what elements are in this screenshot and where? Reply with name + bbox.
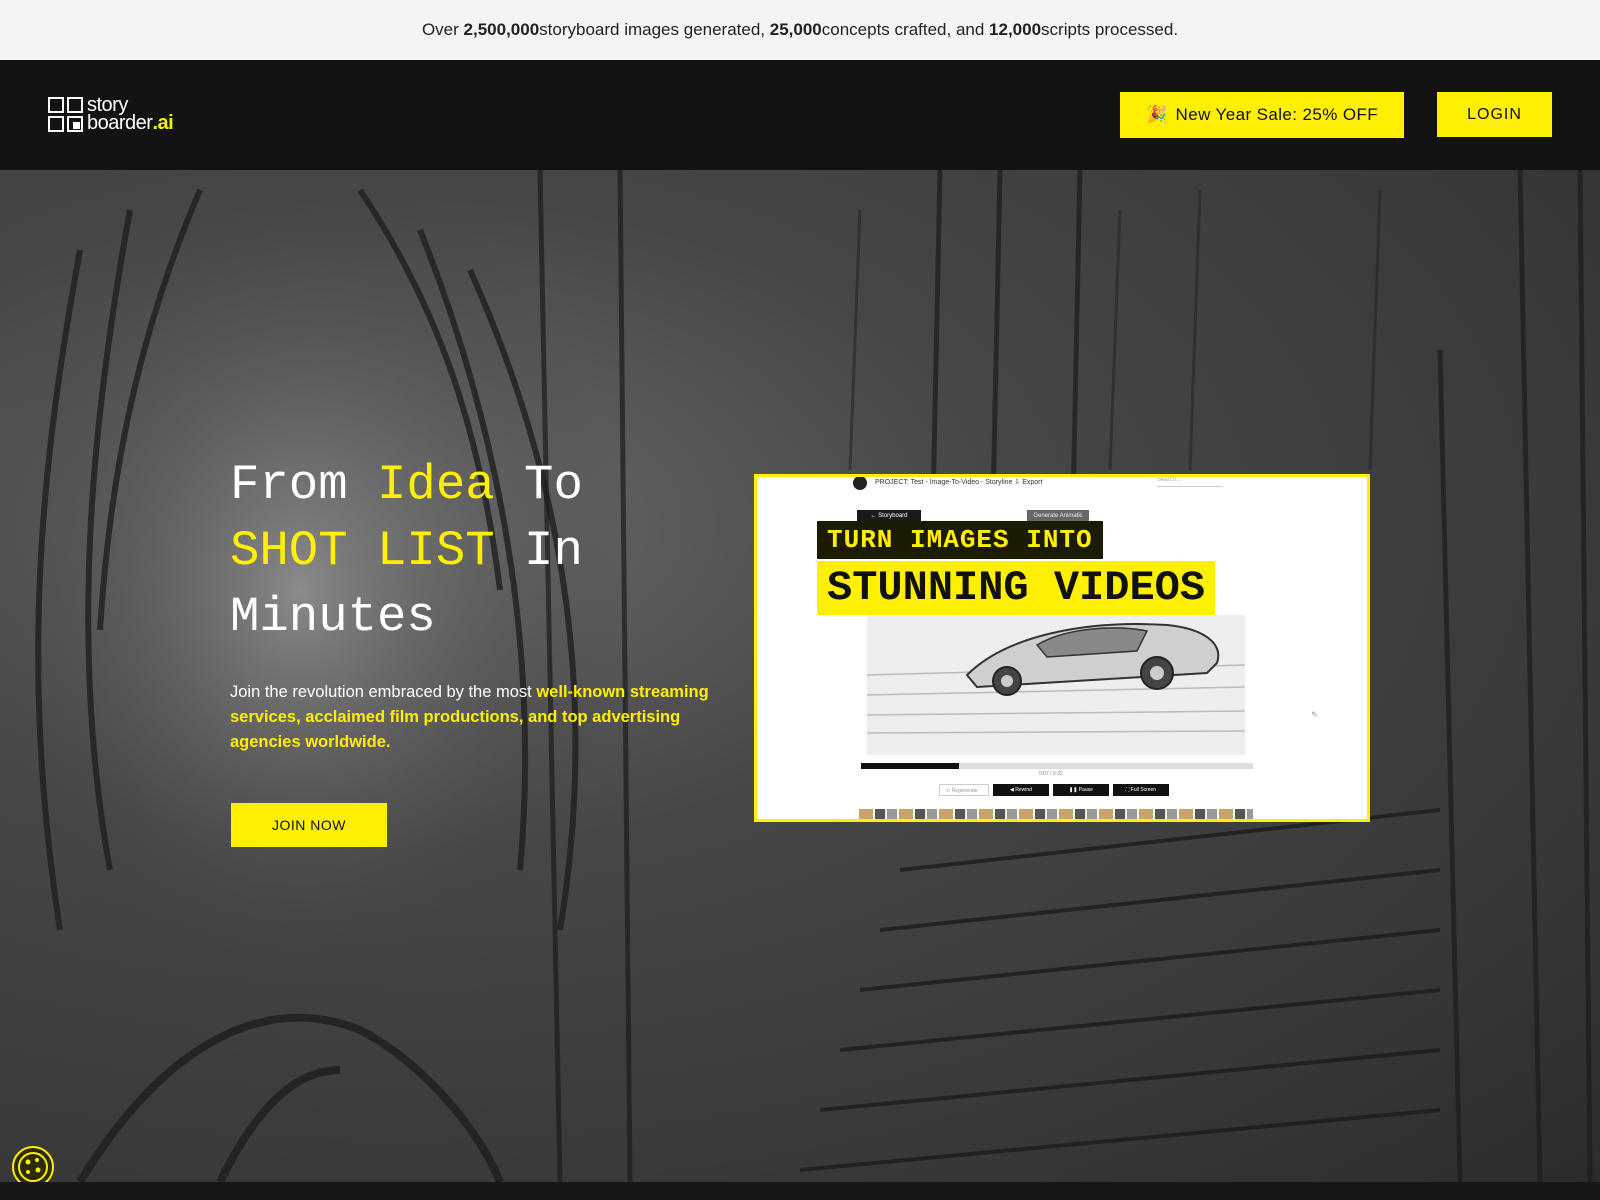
video-filmstrip[interactable] (859, 809, 1253, 819)
logo-suffix: .ai (152, 112, 174, 134)
hero-subtext: Join the revolution embraced by the most… (230, 680, 710, 755)
video-title-line1: TURN IMAGES INTO (817, 521, 1103, 559)
video-controls: ↻ Regenerate ◀ Rewind ❚❚ Pause ⛶ Full Sc… (939, 784, 1169, 796)
cursor-icon: ⇖ (1311, 709, 1319, 719)
cookie-icon (18, 1152, 48, 1182)
join-now-button[interactable]: JOIN NOW (231, 803, 387, 847)
sale-button[interactable]: 🎉 New Year Sale: 25% OFF (1120, 92, 1404, 138)
fullscreen-button[interactable]: ⛶ Full Screen (1113, 784, 1169, 796)
login-button[interactable]: LOGIN (1437, 92, 1552, 137)
pause-button[interactable]: ❚❚ Pause (1053, 784, 1109, 796)
car-sketch-image (867, 615, 1245, 755)
headline-shot-list: SHOT LIST (230, 523, 495, 579)
announcement-scripts-count: 12,000 (989, 20, 1042, 39)
announcement-scripts-label: scripts processed. (1041, 20, 1179, 39)
export-link: ⇩ Export (1014, 479, 1043, 486)
announcement-images-label: storyboard images generated, (539, 20, 766, 39)
headline-part1: From (230, 457, 378, 513)
announcement-concepts-count: 25,000 (769, 20, 822, 39)
hero-headline: From Idea To SHOT LIST In Minutes (230, 452, 710, 650)
logo-line2: boarder (87, 112, 153, 134)
sale-button-label: New Year Sale: 25% OFF (1175, 105, 1379, 124)
logo[interactable]: story boarder.ai (48, 95, 174, 134)
logo-text: story boarder.ai (87, 95, 174, 134)
video-time-label: 0:07 / 0:32 (1039, 771, 1063, 777)
rewind-button[interactable]: ◀ Rewind (993, 784, 1049, 796)
regenerate-button[interactable]: ↻ Regenerate (939, 784, 989, 796)
subtext-part1: Join the revolution embraced by the most (230, 683, 537, 701)
app-logo-icon (853, 477, 867, 490)
announcement-bar: Over 2,500,000 storyboard images generat… (0, 0, 1600, 60)
headline-part2: To (494, 457, 583, 513)
logo-grid-icon (48, 96, 83, 132)
video-title-line2: STUNNING VIDEOS (817, 561, 1216, 615)
bottom-strip (0, 1182, 1600, 1200)
announcement-prefix: Over (421, 20, 459, 39)
video-progress-fill (861, 763, 959, 769)
party-popper-icon: 🎉 (1145, 105, 1168, 124)
hero-section: From Idea To SHOT LIST In Minutes Join t… (0, 170, 1600, 1182)
product-video-panel[interactable]: PROJECT: Test - Image-To-Video - Storyli… (754, 474, 1370, 822)
video-progress-bar[interactable] (861, 763, 1253, 769)
video-search-field: Search... (1157, 477, 1223, 487)
announcement-concepts-label: concepts crafted, and (821, 20, 985, 39)
video-app-topbar: PROJECT: Test - Image-To-Video - Storyli… (757, 477, 1367, 490)
headline-idea: Idea (377, 457, 495, 513)
announcement-images-count: 2,500,000 (463, 20, 540, 39)
video-project-label: PROJECT: Test - Image-To-Video - Storyli… (875, 479, 1043, 486)
